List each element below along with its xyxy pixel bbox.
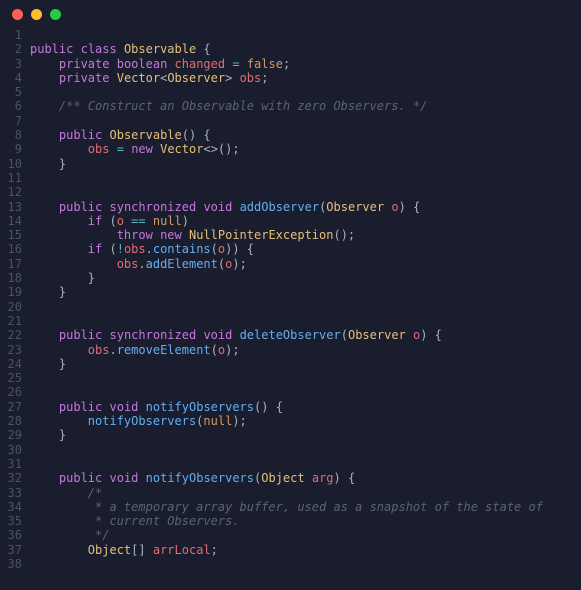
code-line[interactable] (30, 85, 581, 99)
code-line[interactable]: */ (30, 528, 581, 542)
code-line[interactable] (30, 557, 581, 571)
code-line[interactable]: private boolean changed = false; (30, 57, 581, 71)
code-line[interactable]: private Vector<Observer> obs; (30, 71, 581, 85)
code-line[interactable]: * current Observers. (30, 514, 581, 528)
line-number: 1 (0, 28, 22, 42)
line-number: 17 (0, 257, 22, 271)
line-number: 25 (0, 371, 22, 385)
code-line[interactable] (30, 171, 581, 185)
line-number: 32 (0, 471, 22, 485)
line-number: 11 (0, 171, 22, 185)
code-line[interactable] (30, 385, 581, 399)
line-number: 20 (0, 300, 22, 314)
maximize-icon[interactable] (50, 9, 61, 20)
line-number: 13 (0, 200, 22, 214)
code-line[interactable] (30, 185, 581, 199)
code-line[interactable] (30, 114, 581, 128)
code-line[interactable]: obs.addElement(o); (30, 257, 581, 271)
code-line[interactable]: public Observable() { (30, 128, 581, 142)
line-number: 31 (0, 457, 22, 471)
code-line[interactable]: public synchronized void addObserver(Obs… (30, 200, 581, 214)
line-number: 15 (0, 228, 22, 242)
minimize-icon[interactable] (31, 9, 42, 20)
line-number: 4 (0, 71, 22, 85)
code-line[interactable] (30, 28, 581, 42)
line-number: 35 (0, 514, 22, 528)
code-line[interactable]: throw new NullPointerException(); (30, 228, 581, 242)
line-number: 22 (0, 328, 22, 342)
line-number: 12 (0, 185, 22, 199)
line-number: 7 (0, 114, 22, 128)
code-line[interactable]: obs = new Vector<>(); (30, 142, 581, 156)
editor-window: 1234567891011121314151617181920212223242… (0, 0, 581, 590)
line-number: 26 (0, 385, 22, 399)
line-number: 10 (0, 157, 22, 171)
code-line[interactable] (30, 457, 581, 471)
line-number: 33 (0, 486, 22, 500)
code-line[interactable]: /* (30, 486, 581, 500)
code-line[interactable]: * a temporary array buffer, used as a sn… (30, 500, 581, 514)
code-line[interactable]: public synchronized void deleteObserver(… (30, 328, 581, 342)
code-line[interactable] (30, 371, 581, 385)
line-number: 8 (0, 128, 22, 142)
line-number: 2 (0, 42, 22, 56)
code-line[interactable] (30, 443, 581, 457)
line-number: 23 (0, 343, 22, 357)
line-number: 16 (0, 242, 22, 256)
line-number: 6 (0, 99, 22, 113)
line-number: 18 (0, 271, 22, 285)
line-number: 37 (0, 543, 22, 557)
line-number: 24 (0, 357, 22, 371)
close-icon[interactable] (12, 9, 23, 20)
line-number: 3 (0, 57, 22, 71)
code-line[interactable]: Object[] arrLocal; (30, 543, 581, 557)
code-line[interactable]: public void notifyObservers() { (30, 400, 581, 414)
line-number: 19 (0, 285, 22, 299)
line-number-gutter: 1234567891011121314151617181920212223242… (0, 28, 30, 590)
code-line[interactable]: } (30, 285, 581, 299)
code-line[interactable]: public class Observable { (30, 42, 581, 56)
code-line[interactable]: obs.removeElement(o); (30, 343, 581, 357)
code-line[interactable]: } (30, 157, 581, 171)
code-editor[interactable]: 1234567891011121314151617181920212223242… (0, 28, 581, 590)
code-line[interactable]: } (30, 357, 581, 371)
code-line[interactable]: if (o == null) (30, 214, 581, 228)
line-number: 30 (0, 443, 22, 457)
line-number: 14 (0, 214, 22, 228)
line-number: 27 (0, 400, 22, 414)
code-line[interactable]: public void notifyObservers(Object arg) … (30, 471, 581, 485)
code-line[interactable]: if (!obs.contains(o)) { (30, 242, 581, 256)
code-line[interactable]: } (30, 271, 581, 285)
line-number: 9 (0, 142, 22, 156)
line-number: 29 (0, 428, 22, 442)
line-number: 5 (0, 85, 22, 99)
code-content[interactable]: public class Observable { private boolea… (30, 28, 581, 590)
code-line[interactable] (30, 300, 581, 314)
code-line[interactable]: notifyObservers(null); (30, 414, 581, 428)
line-number: 28 (0, 414, 22, 428)
line-number: 38 (0, 557, 22, 571)
line-number: 34 (0, 500, 22, 514)
code-line[interactable]: } (30, 428, 581, 442)
line-number: 36 (0, 528, 22, 542)
line-number: 21 (0, 314, 22, 328)
titlebar (0, 0, 581, 28)
code-line[interactable] (30, 314, 581, 328)
code-line[interactable]: /** Construct an Observable with zero Ob… (30, 99, 581, 113)
